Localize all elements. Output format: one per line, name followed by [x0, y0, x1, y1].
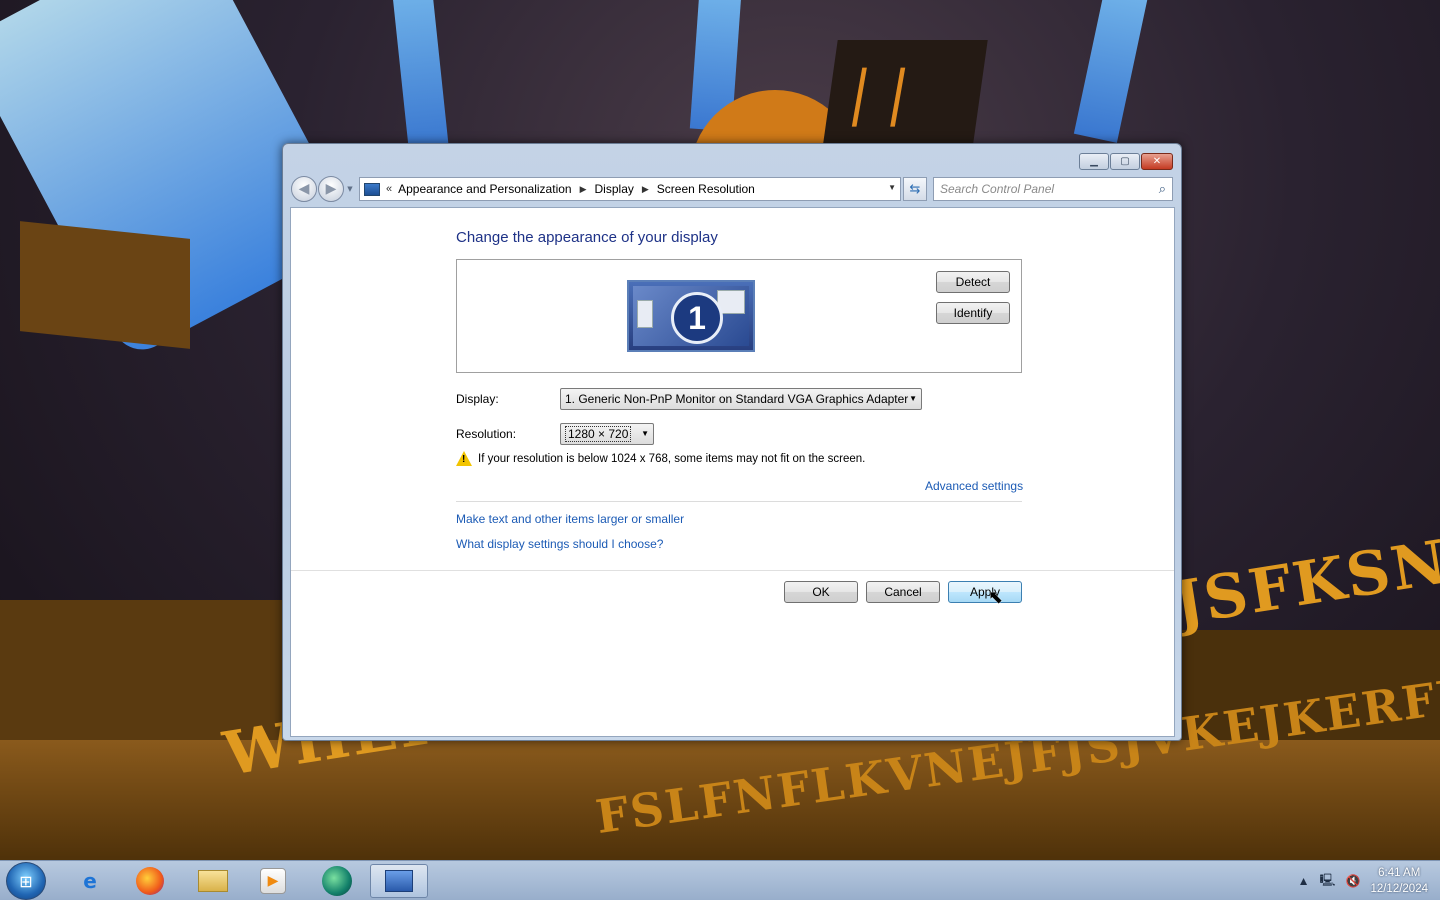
internet-explorer-taskbar-button[interactable]: e [65, 864, 115, 898]
navigation-bar: ◀ ▶ ▼ « Appearance and Personalization ▶… [291, 176, 1173, 202]
wallpaper-light-beam [391, 0, 449, 152]
media-player-icon: ▶ [260, 868, 286, 894]
breadcrumb-item-screen-resolution[interactable]: Screen Resolution [657, 182, 755, 196]
clock-date: 12/12/2024 [1370, 883, 1428, 895]
back-button[interactable]: ◀ [291, 176, 317, 202]
breadcrumb-overflow-icon[interactable]: « [386, 183, 392, 195]
refresh-icon: ⇆ [909, 181, 921, 197]
breadcrumb-item-appearance[interactable]: Appearance and Personalization [398, 182, 571, 196]
page-title: Change the appearance of your display [456, 229, 718, 246]
control-panel-icon [364, 182, 380, 196]
close-button[interactable]: ✕ [1141, 153, 1173, 170]
monitor-1-icon[interactable]: 1 [627, 280, 755, 352]
clock-time: 6:41 AM [1378, 867, 1421, 879]
explorer-taskbar-button[interactable] [188, 864, 238, 898]
cancel-button[interactable]: Cancel [866, 581, 940, 603]
volume-muted-icon[interactable]: 🔇 [1345, 874, 1360, 888]
search-input[interactable]: Search Control Panel ⌕ [933, 177, 1173, 201]
breadcrumb-separator-icon[interactable]: ▶ [580, 184, 587, 195]
media-player-taskbar-button[interactable]: ▶ [248, 864, 298, 898]
display-select-value: 1. Generic Non-PnP Monitor on Standard V… [565, 392, 909, 406]
green-globe-icon [322, 866, 352, 896]
mini-window-icon [637, 300, 653, 328]
start-button[interactable]: ⊞ [6, 862, 46, 900]
forward-arrow-icon: ▶ [325, 181, 337, 197]
firefox-taskbar-button[interactable] [125, 864, 175, 898]
folder-icon [198, 870, 228, 892]
monitor-screen: 1 [633, 286, 749, 346]
forward-button[interactable]: ▶ [318, 176, 344, 202]
maximize-button[interactable]: ▢ [1110, 153, 1140, 170]
monitor-arrangement-panel: 1 Detect Identify [456, 259, 1022, 373]
ok-button[interactable]: OK [784, 581, 858, 603]
wallpaper-light-beam [1073, 0, 1151, 143]
system-tray: ▲ 🖳 🔇 6:41 AM 12/12/2024 [1298, 861, 1428, 900]
detect-button[interactable]: Detect [936, 271, 1010, 293]
clock[interactable]: 6:41 AM 12/12/2024 [1370, 865, 1428, 897]
monitor-number-badge: 1 [671, 292, 723, 344]
internet-explorer-icon: e [83, 869, 97, 893]
text-size-link[interactable]: Make text and other items larger or smal… [456, 512, 684, 526]
advanced-settings-link[interactable]: Advanced settings [925, 479, 1023, 493]
resolution-label: Resolution: [456, 427, 517, 441]
apply-button[interactable]: Apply [948, 581, 1022, 603]
screen-resolution-window: ▁ ▢ ✕ ◀ ▶ ▼ « Appearance and Personaliza… [282, 143, 1182, 741]
windows-logo-icon: ⊞ [19, 871, 33, 891]
warning-icon: ! [456, 451, 472, 466]
display-help-link[interactable]: What display settings should I choose? [456, 537, 663, 551]
refresh-button[interactable]: ⇆ [903, 177, 927, 201]
wallpaper-block [20, 221, 190, 349]
wallpaper-glyph: ᛁᛁ [833, 60, 924, 135]
breadcrumb-item-display[interactable]: Display [595, 182, 634, 196]
display-select[interactable]: 1. Generic Non-PnP Monitor on Standard V… [560, 388, 922, 410]
chevron-down-icon: ▼ [909, 394, 917, 403]
search-placeholder: Search Control Panel [940, 182, 1055, 196]
resolution-select-value: 1280 × 720 [565, 426, 632, 442]
show-hidden-icons-icon[interactable]: ▲ [1298, 874, 1310, 888]
mouse-pointer-icon: ⬉ [988, 587, 1004, 608]
caption-buttons: ▁ ▢ ✕ [1079, 153, 1173, 170]
green-app-taskbar-button[interactable] [312, 864, 362, 898]
address-bar[interactable]: « Appearance and Personalization ▶ Displ… [359, 177, 901, 201]
resolution-warning: ! If your resolution is below 1024 x 768… [456, 451, 865, 466]
content-area: Change the appearance of your display 1 … [290, 207, 1175, 737]
firefox-icon [136, 867, 164, 895]
taskbar: ⊞ e ▶ ▲ 🖳 🔇 6:41 AM 12/12/2024 [0, 860, 1440, 900]
breadcrumb-separator-icon[interactable]: ▶ [642, 184, 649, 195]
control-panel-icon [385, 870, 413, 892]
footer-divider [291, 570, 1174, 571]
display-label: Display: [456, 392, 499, 406]
back-arrow-icon: ◀ [298, 181, 310, 197]
search-icon[interactable]: ⌕ [1159, 181, 1166, 197]
section-divider [456, 501, 1022, 502]
chevron-down-icon: ▼ [641, 429, 649, 438]
identify-button[interactable]: Identify [936, 302, 1010, 324]
warning-text: If your resolution is below 1024 x 768, … [478, 452, 866, 465]
address-dropdown-icon[interactable]: ▼ [888, 183, 896, 192]
minimize-button[interactable]: ▁ [1079, 153, 1109, 170]
resolution-select[interactable]: 1280 × 720 ▼ [560, 423, 654, 445]
control-panel-taskbar-button[interactable] [370, 864, 428, 898]
recent-pages-dropdown[interactable]: ▼ [345, 185, 355, 193]
network-icon[interactable]: 🖳 [1319, 871, 1335, 892]
